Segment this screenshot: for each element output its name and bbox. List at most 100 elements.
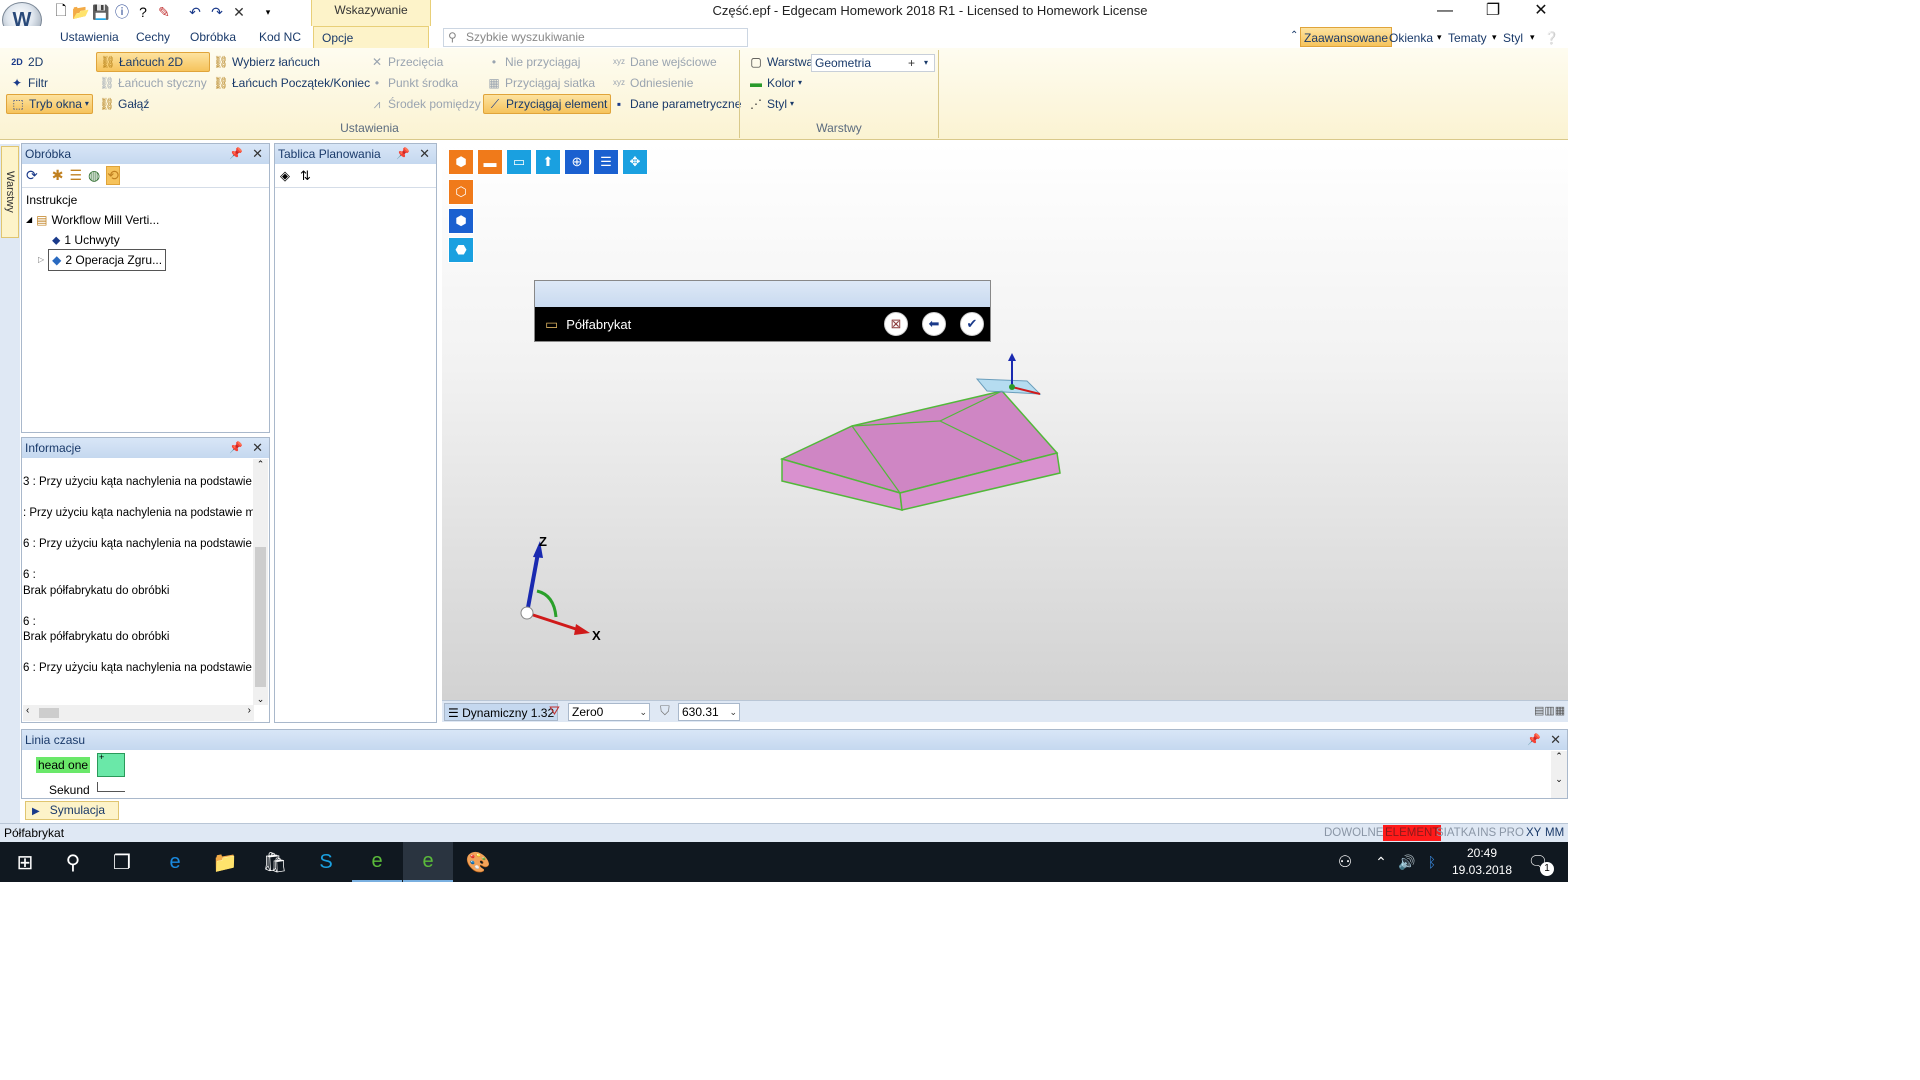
horizontal-scrollbar[interactable]: ‹ › bbox=[23, 705, 254, 721]
center-between-button[interactable]: ⩘ Środek pomiędzy bbox=[366, 94, 484, 114]
windows-dropdown-icon[interactable]: ▾ bbox=[1437, 28, 1442, 46]
restore-button[interactable]: ❐ bbox=[1470, 0, 1516, 24]
reference-button[interactable]: xyz Odniesienie bbox=[608, 73, 744, 93]
timeline-scrollbar[interactable]: ⌃ ⌄ bbox=[1551, 751, 1567, 798]
status-mode-element[interactable]: ELEMENT bbox=[1383, 825, 1442, 841]
help-circle-icon[interactable]: ❔ bbox=[1544, 28, 1559, 48]
layers-side-tab[interactable]: Warstwy bbox=[1, 146, 19, 238]
sort-icon[interactable]: ⇅ bbox=[300, 168, 311, 184]
close-button[interactable]: ✕ bbox=[1518, 0, 1564, 24]
style-menu[interactable]: Styl bbox=[1503, 28, 1523, 48]
collapse-ribbon-icon[interactable]: ⌃ bbox=[1290, 30, 1298, 41]
cancel-prompt-button[interactable]: ⊠ bbox=[884, 312, 908, 336]
midpoint-button[interactable]: • Punkt środka bbox=[366, 73, 484, 93]
vertical-scrollbar[interactable]: ⌃ ⌄ bbox=[253, 459, 268, 705]
tree-item-operation[interactable]: ▷ ◆ 2 Operacja Zgru... bbox=[26, 249, 265, 271]
list-icon[interactable]: ☰ bbox=[69, 167, 82, 184]
edgecam-icon[interactable]: e bbox=[352, 842, 402, 882]
bluetooth-icon[interactable]: ᛒ bbox=[1418, 842, 1446, 882]
scroll-up-icon[interactable]: ⌃ bbox=[253, 459, 268, 470]
branch-button[interactable]: ⛓ Gałąź bbox=[96, 94, 210, 114]
tree-item-fixtures[interactable]: ⬥ 1 Uchwyty bbox=[26, 230, 265, 250]
save-icon[interactable]: 💾 bbox=[92, 3, 110, 21]
diamond-icon[interactable]: ◈ bbox=[280, 168, 290, 184]
scroll-up-icon[interactable]: ⌃ bbox=[1551, 751, 1567, 762]
themes-menu[interactable]: Tematy bbox=[1448, 28, 1487, 48]
parametric-data-button[interactable]: ▪ Dane parametryczne bbox=[608, 94, 744, 114]
chain-start-end-button[interactable]: ⛓ Łańcuch Początek/Koniec bbox=[210, 73, 373, 93]
layer-button[interactable]: ▢ Warstwa bbox=[745, 52, 816, 72]
depth-select[interactable]: 630.31 ⌄ bbox=[678, 703, 740, 721]
open-folder-icon[interactable]: 📂 bbox=[72, 3, 90, 21]
pin-icon[interactable]: 📌 bbox=[229, 438, 243, 458]
tab-kod-nc[interactable]: Kod NC bbox=[251, 26, 309, 48]
style-button[interactable]: ⋰ Styl ▾ bbox=[745, 94, 816, 114]
scroll-thumb[interactable] bbox=[255, 547, 266, 687]
notification-icon[interactable]: 🗨 bbox=[1518, 842, 1558, 882]
layout-icons[interactable]: ▤▥▦ bbox=[1534, 704, 1565, 717]
refresh-icon[interactable]: ⟳ bbox=[26, 167, 38, 184]
scroll-left-icon[interactable]: ‹ bbox=[26, 705, 29, 716]
filter-button[interactable]: ✦ Filtr bbox=[6, 73, 93, 93]
no-snap-button[interactable]: • Nie przyciągaj bbox=[483, 52, 611, 72]
pin-icon[interactable]: 📌 bbox=[1527, 730, 1541, 750]
2d-button[interactable]: 2D 2D bbox=[6, 52, 93, 72]
info-icon[interactable]: ⓘ bbox=[113, 3, 131, 21]
timeline-block[interactable]: + bbox=[97, 752, 125, 777]
start-windows-icon[interactable]: ⊞ bbox=[0, 842, 50, 882]
help-icon[interactable]: ? bbox=[134, 3, 152, 21]
snap-element-button[interactable]: ⟋ Przyciągaj element bbox=[483, 94, 612, 114]
status-mode-pro[interactable]: PRO bbox=[1497, 825, 1526, 841]
globe-icon[interactable]: ◍ bbox=[88, 167, 100, 184]
quick-search-input[interactable]: ⚲ Szybkie wyszukiwanie bbox=[443, 28, 748, 47]
tab-opcje-wskazywania[interactable]: Opcje wskazywania bbox=[313, 26, 429, 67]
cancel-icon[interactable]: ✕ bbox=[230, 3, 248, 21]
close-icon[interactable]: ✕ bbox=[252, 438, 263, 458]
star-icon[interactable]: ✱ bbox=[52, 167, 64, 184]
advanced-button[interactable]: Zaawansowane bbox=[1300, 27, 1393, 47]
status-mode-ins[interactable]: INS bbox=[1475, 825, 1498, 841]
tree-root[interactable]: Instrukcje bbox=[26, 190, 265, 210]
status-mode-grid[interactable]: SIATKA bbox=[1434, 825, 1478, 841]
back-button[interactable]: ⬅ bbox=[922, 312, 946, 336]
minimize-button[interactable]: — bbox=[1422, 0, 1468, 24]
tree-item-workflow[interactable]: ◢ ▤ Workflow Mill Verti... bbox=[26, 210, 265, 230]
status-mode-free[interactable]: DOWOLNE bbox=[1322, 825, 1385, 841]
edgecam-active-icon[interactable]: e bbox=[403, 842, 453, 882]
sync-icon[interactable]: ⟲ bbox=[106, 166, 120, 185]
paint-icon[interactable]: 🎨 bbox=[453, 842, 503, 882]
clock[interactable]: 20:49 19.03.2018 bbox=[1448, 845, 1516, 879]
input-data-button[interactable]: xyz Dane wejściowe bbox=[608, 52, 744, 72]
view-mode-button[interactable]: ☰ Dynamiczny 1.32 bbox=[444, 703, 559, 721]
tab-cechy[interactable]: Cechy bbox=[128, 26, 178, 48]
tangent-chain-button[interactable]: ⛓ Łańcuch styczny bbox=[96, 73, 210, 93]
task-view-icon[interactable]: ❐ bbox=[97, 842, 147, 882]
people-icon[interactable]: ⚇ bbox=[1322, 842, 1368, 882]
scroll-right-icon[interactable]: › bbox=[248, 705, 251, 716]
themes-dropdown-icon[interactable]: ▾ bbox=[1492, 28, 1497, 46]
3d-viewport[interactable]: ⬢ ▬ ▭ ⬆ ⊕ ☰ ✥ ⬡ ⬢ ⬣ Z X bbox=[442, 143, 1568, 700]
close-icon[interactable]: ✕ bbox=[252, 144, 263, 164]
edge-browser-icon[interactable]: e bbox=[150, 842, 200, 882]
new-file-icon[interactable]: 🗋 bbox=[52, 2, 70, 21]
skype-icon[interactable]: S bbox=[301, 842, 351, 882]
status-mode-xy[interactable]: XY bbox=[1524, 825, 1543, 841]
tab-obrobka[interactable]: Obróbka bbox=[182, 26, 244, 48]
expand-arrow-icon[interactable]: ▷ bbox=[38, 250, 44, 270]
chain-2d-button[interactable]: ⛓ Łańcuch 2D bbox=[96, 52, 210, 72]
windows-menu[interactable]: Okienka bbox=[1389, 28, 1433, 48]
add-icon[interactable]: + bbox=[908, 55, 915, 71]
pin-icon[interactable]: 📌 bbox=[396, 144, 410, 164]
customize-toolbar-icon[interactable]: ▾ bbox=[259, 3, 277, 21]
pin-icon[interactable]: 📌 bbox=[229, 144, 243, 164]
select-chain-button[interactable]: ⛓ Wybierz łańcuch bbox=[210, 52, 373, 72]
style-dropdown-icon[interactable]: ▾ bbox=[1530, 28, 1535, 46]
chevron-down-icon[interactable]: ▾ bbox=[924, 55, 928, 71]
scroll-down-icon[interactable]: ⌄ bbox=[1551, 774, 1567, 785]
status-mode-mm[interactable]: MM bbox=[1543, 825, 1566, 841]
cpl-select[interactable]: Zero0 ⌄ bbox=[568, 703, 650, 721]
store-icon[interactable]: 🛍 bbox=[250, 842, 300, 882]
layer-select[interactable]: Geometria + ▾ bbox=[811, 54, 935, 72]
close-icon[interactable]: ✕ bbox=[1550, 730, 1561, 750]
collapse-arrow-icon[interactable]: ◢ bbox=[26, 210, 32, 230]
